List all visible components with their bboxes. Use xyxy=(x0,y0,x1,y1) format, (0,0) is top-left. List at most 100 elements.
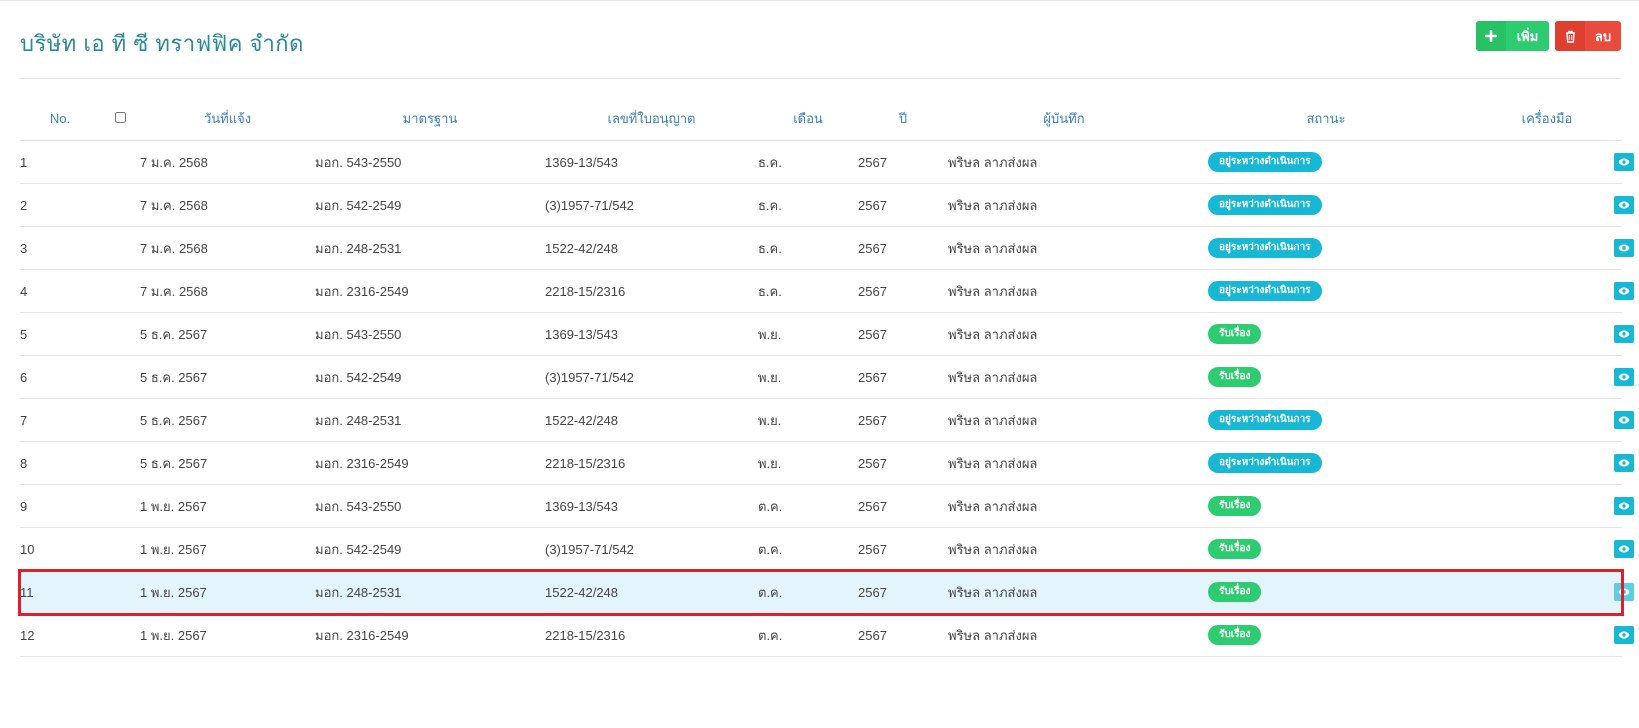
header-select-all[interactable] xyxy=(100,96,140,141)
view-button[interactable] xyxy=(1614,540,1634,558)
cell-tools xyxy=(1472,312,1634,356)
cell-year: 2567 xyxy=(858,183,948,227)
view-button[interactable] xyxy=(1614,239,1634,257)
view-button[interactable] xyxy=(1614,411,1634,429)
table-row[interactable]: 1 7 ม.ค. 2568 มอก. 543-2550 1369-13/543 ธ.ค.… xyxy=(20,140,1634,184)
table-row[interactable]: 5 5 ธ.ค. 2567 มอก. 543-2550 1369-13/543 พ.ย.… xyxy=(20,312,1634,356)
table-row[interactable]: 8 5 ธ.ค. 2567 มอก. 2316-2549 2218-15/2316 พ.… xyxy=(20,441,1634,485)
header-date[interactable]: วันที่แจ้ง xyxy=(140,96,315,141)
table-row[interactable]: 11 1 พ.ย. 2567 มอก. 248-2531 1522-42/248 ต.ค… xyxy=(18,568,1634,616)
page-title: บริษัท เอ ที ซี ทราฟฟิค จำกัด xyxy=(20,31,304,56)
cell-no: 2 xyxy=(20,183,100,227)
cell-select xyxy=(100,441,140,485)
cell-tools xyxy=(1472,570,1634,614)
cell-date: 5 ธ.ค. 2567 xyxy=(140,398,315,442)
cell-select xyxy=(100,527,140,571)
status-badge: รับเรื่อง xyxy=(1208,367,1262,387)
table-row[interactable]: 10 1 พ.ย. 2567 มอก. 542-2549 (3)1957-71/542… xyxy=(20,527,1634,571)
cell-standard: มอก. 248-2531 xyxy=(315,226,545,270)
cell-tools xyxy=(1472,226,1634,270)
cell-recorder: พริษล ลาภส่งผล xyxy=(948,269,1180,313)
cell-tools xyxy=(1472,398,1634,442)
table-row[interactable]: 7 5 ธ.ค. 2567 มอก. 248-2531 1522-42/248 พ.ย.… xyxy=(20,398,1634,442)
add-button[interactable]: เพิ่ม xyxy=(1476,21,1549,51)
view-button[interactable] xyxy=(1614,497,1634,515)
table-row[interactable]: 2 7 ม.ค. 2568 มอก. 542-2549 (3)1957-71/542 ธ… xyxy=(20,183,1634,227)
cell-select xyxy=(100,140,140,184)
cell-tools xyxy=(1472,441,1634,485)
eye-icon xyxy=(1618,201,1630,209)
select-all-checkbox[interactable] xyxy=(114,111,126,123)
title-divider xyxy=(20,78,1620,79)
header-recorder[interactable]: ผู้บันทึก xyxy=(948,96,1180,141)
cell-standard: มอก. 248-2531 xyxy=(315,570,545,614)
eye-icon xyxy=(1618,502,1630,510)
eye-icon xyxy=(1618,158,1630,166)
status-badge: อยู่ระหว่างดำเนินการ xyxy=(1208,238,1322,258)
view-button[interactable] xyxy=(1614,153,1634,171)
cell-no: 1 xyxy=(20,140,100,184)
view-button[interactable] xyxy=(1614,368,1634,386)
cell-license: 1369-13/543 xyxy=(545,312,758,356)
status-badge: อยู่ระหว่างดำเนินการ xyxy=(1208,410,1322,430)
header-month[interactable]: เดือน xyxy=(758,96,858,141)
cell-date: 7 ม.ค. 2568 xyxy=(140,226,315,270)
cell-standard: มอก. 248-2531 xyxy=(315,398,545,442)
cell-tools xyxy=(1472,183,1634,227)
cell-license: 1522-42/248 xyxy=(545,226,758,270)
cell-status: รับเรื่อง xyxy=(1180,484,1472,528)
cell-month: ต.ค. xyxy=(758,484,858,528)
view-button[interactable] xyxy=(1614,454,1634,472)
table-row[interactable]: 12 1 พ.ย. 2567 มอก. 2316-2549 2218-15/2316 ต… xyxy=(20,613,1634,657)
cell-select xyxy=(100,269,140,313)
cell-date: 7 ม.ค. 2568 xyxy=(140,269,315,313)
table-row[interactable]: 3 7 ม.ค. 2568 มอก. 248-2531 1522-42/248 ธ.ค.… xyxy=(20,226,1634,270)
cell-tools xyxy=(1472,484,1634,528)
cell-recorder: พริษล ลาภส่งผล xyxy=(948,183,1180,227)
header-status[interactable]: สถานะ xyxy=(1180,96,1472,141)
cell-no: 10 xyxy=(20,527,100,571)
cell-recorder: พริษล ลาภส่งผล xyxy=(948,527,1180,571)
delete-button-label: ลบ xyxy=(1594,28,1612,44)
eye-icon xyxy=(1618,287,1630,295)
cell-status: รับเรื่อง xyxy=(1180,527,1472,571)
header-year[interactable]: ปี xyxy=(858,96,948,141)
view-button[interactable] xyxy=(1614,325,1634,343)
cell-recorder: พริษล ลาภส่งผล xyxy=(948,140,1180,184)
cell-recorder: พริษล ลาภส่งผล xyxy=(948,226,1180,270)
cell-license: (3)1957-71/542 xyxy=(545,183,758,227)
cell-month: พ.ย. xyxy=(758,398,858,442)
cell-select xyxy=(100,484,140,528)
cell-standard: มอก. 542-2549 xyxy=(315,355,545,399)
view-button[interactable] xyxy=(1614,196,1634,214)
cell-recorder: พริษล ลาภส่งผล xyxy=(948,570,1180,614)
header-license[interactable]: เลขที่ใบอนุญาต xyxy=(545,96,758,141)
cell-date: 5 ธ.ค. 2567 xyxy=(140,355,315,399)
trash-icon xyxy=(1555,21,1585,51)
header-standard[interactable]: มาตรฐาน xyxy=(315,96,545,141)
cell-date: 1 พ.ย. 2567 xyxy=(140,570,315,614)
report-table: No. วันที่แจ้ง มาตรฐาน เลขที่ใบอนุญาต เด… xyxy=(18,96,1634,657)
cell-date: 1 พ.ย. 2567 xyxy=(140,613,315,657)
cell-status: อยู่ระหว่างดำเนินการ xyxy=(1180,269,1472,313)
header-no[interactable]: No. xyxy=(20,96,100,141)
cell-status: รับเรื่อง xyxy=(1180,570,1472,614)
cell-month: พ.ย. xyxy=(758,355,858,399)
cell-tools xyxy=(1472,140,1634,184)
view-button[interactable] xyxy=(1614,583,1634,601)
cell-recorder: พริษล ลาภส่งผล xyxy=(948,441,1180,485)
cell-year: 2567 xyxy=(858,484,948,528)
add-button-label: เพิ่ม xyxy=(1516,28,1539,44)
eye-icon xyxy=(1618,545,1630,553)
cell-status: อยู่ระหว่างดำเนินการ xyxy=(1180,226,1472,270)
eye-icon xyxy=(1618,416,1630,424)
view-button[interactable] xyxy=(1614,282,1634,300)
cell-no: 3 xyxy=(20,226,100,270)
delete-button[interactable]: ลบ xyxy=(1555,21,1621,51)
view-button[interactable] xyxy=(1614,626,1634,644)
table-row[interactable]: 65 ธ.ค. 2567 มอก. 542-2549 (3)1957-71/542 พ… xyxy=(20,355,1634,399)
cell-license: (3)1957-71/542 xyxy=(545,355,758,399)
table-row[interactable]: 9 1 พ.ย. 2567 มอก. 543-2550 1369-13/543 ต.ค.… xyxy=(20,484,1634,528)
table-row[interactable]: 4 7 ม.ค. 2568 มอก. 2316-2549 2218-15/2316 ธ.… xyxy=(20,269,1634,313)
cell-tools xyxy=(1472,613,1634,657)
